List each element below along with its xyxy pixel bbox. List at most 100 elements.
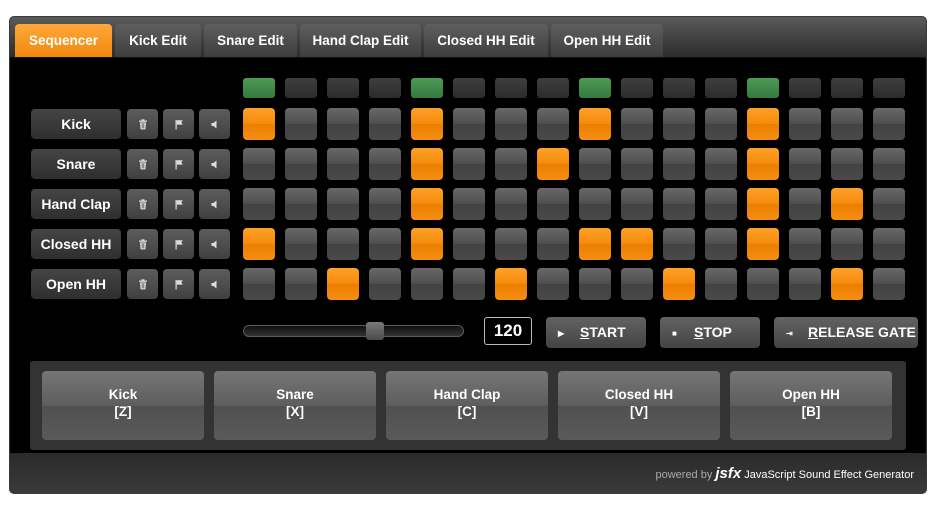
step-cell[interactable] — [369, 108, 401, 140]
track-label-snare[interactable]: Snare — [31, 149, 121, 179]
flag-button[interactable] — [163, 189, 194, 219]
flag-button[interactable] — [163, 269, 194, 299]
step-cell[interactable] — [243, 108, 275, 140]
step-cell[interactable] — [369, 228, 401, 260]
track-label-closed-hh[interactable]: Closed HH — [31, 229, 121, 259]
step-cell[interactable] — [453, 188, 485, 220]
step-cell[interactable] — [495, 268, 527, 300]
step-cell[interactable] — [579, 228, 611, 260]
step-cell[interactable] — [831, 188, 863, 220]
step-cell[interactable] — [579, 148, 611, 180]
step-cell[interactable] — [411, 188, 443, 220]
step-cell[interactable] — [579, 188, 611, 220]
step-cell[interactable] — [621, 228, 653, 260]
speaker-button[interactable] — [199, 109, 230, 139]
track-label-kick[interactable]: Kick — [31, 109, 121, 139]
flag-button[interactable] — [163, 229, 194, 259]
step-cell[interactable] — [369, 188, 401, 220]
release-gate-button[interactable]: ⇥ RELEASE GATE — [774, 317, 918, 348]
step-cell[interactable] — [243, 188, 275, 220]
step-cell[interactable] — [621, 188, 653, 220]
stop-button[interactable]: ■ STOP — [660, 317, 760, 348]
step-cell[interactable] — [705, 228, 737, 260]
step-cell[interactable] — [789, 148, 821, 180]
step-cell[interactable] — [537, 268, 569, 300]
step-cell[interactable] — [621, 148, 653, 180]
step-cell[interactable] — [243, 148, 275, 180]
tab-kick-edit[interactable]: Kick Edit — [115, 24, 201, 57]
step-cell[interactable] — [537, 188, 569, 220]
tab-snare-edit[interactable]: Snare Edit — [204, 24, 297, 57]
step-cell[interactable] — [537, 228, 569, 260]
flag-button[interactable] — [163, 109, 194, 139]
step-cell[interactable] — [663, 188, 695, 220]
pad-snare[interactable]: Snare [X] — [214, 371, 376, 440]
track-label-hand-clap[interactable]: Hand Clap — [31, 189, 121, 219]
step-cell[interactable] — [873, 108, 905, 140]
step-cell[interactable] — [747, 268, 779, 300]
step-cell[interactable] — [495, 188, 527, 220]
trash-button[interactable] — [127, 109, 158, 139]
step-cell[interactable] — [873, 188, 905, 220]
pad-hand-clap[interactable]: Hand Clap [C] — [386, 371, 548, 440]
step-cell[interactable] — [327, 108, 359, 140]
flag-button[interactable] — [163, 149, 194, 179]
step-cell[interactable] — [327, 268, 359, 300]
step-cell[interactable] — [747, 228, 779, 260]
step-cell[interactable] — [243, 228, 275, 260]
speaker-button[interactable] — [199, 149, 230, 179]
speaker-button[interactable] — [199, 269, 230, 299]
tab-sequencer[interactable]: Sequencer — [15, 24, 112, 57]
step-cell[interactable] — [369, 148, 401, 180]
pad-kick[interactable]: Kick [Z] — [42, 371, 204, 440]
trash-button[interactable] — [127, 189, 158, 219]
tempo-slider[interactable] — [243, 325, 464, 337]
step-cell[interactable] — [705, 268, 737, 300]
step-cell[interactable] — [705, 188, 737, 220]
step-cell[interactable] — [411, 148, 443, 180]
step-cell[interactable] — [831, 228, 863, 260]
speaker-button[interactable] — [199, 229, 230, 259]
step-cell[interactable] — [747, 148, 779, 180]
step-cell[interactable] — [663, 228, 695, 260]
step-cell[interactable] — [663, 268, 695, 300]
step-cell[interactable] — [621, 108, 653, 140]
step-cell[interactable] — [579, 108, 611, 140]
step-cell[interactable] — [495, 108, 527, 140]
step-cell[interactable] — [327, 228, 359, 260]
step-cell[interactable] — [285, 188, 317, 220]
step-cell[interactable] — [411, 108, 443, 140]
step-cell[interactable] — [621, 268, 653, 300]
step-cell[interactable] — [789, 228, 821, 260]
step-cell[interactable] — [705, 108, 737, 140]
step-cell[interactable] — [453, 228, 485, 260]
step-cell[interactable] — [747, 188, 779, 220]
tempo-slider-thumb[interactable] — [366, 322, 384, 340]
step-cell[interactable] — [747, 108, 779, 140]
step-cell[interactable] — [789, 188, 821, 220]
step-cell[interactable] — [537, 148, 569, 180]
step-cell[interactable] — [831, 268, 863, 300]
pad-open-hh[interactable]: Open HH [B] — [730, 371, 892, 440]
tab-hand-clap-edit[interactable]: Hand Clap Edit — [300, 24, 421, 57]
tab-open-hh-edit[interactable]: Open HH Edit — [551, 24, 663, 57]
step-cell[interactable] — [285, 148, 317, 180]
step-cell[interactable] — [705, 148, 737, 180]
step-cell[interactable] — [663, 148, 695, 180]
step-cell[interactable] — [285, 268, 317, 300]
step-cell[interactable] — [873, 148, 905, 180]
step-cell[interactable] — [789, 108, 821, 140]
step-cell[interactable] — [411, 268, 443, 300]
step-cell[interactable] — [285, 108, 317, 140]
step-cell[interactable] — [411, 228, 443, 260]
trash-button[interactable] — [127, 149, 158, 179]
step-cell[interactable] — [453, 268, 485, 300]
step-cell[interactable] — [831, 148, 863, 180]
step-cell[interactable] — [789, 268, 821, 300]
step-cell[interactable] — [873, 268, 905, 300]
step-cell[interactable] — [453, 108, 485, 140]
track-label-open-hh[interactable]: Open HH — [31, 269, 121, 299]
trash-button[interactable] — [127, 269, 158, 299]
step-cell[interactable] — [327, 188, 359, 220]
step-cell[interactable] — [453, 148, 485, 180]
